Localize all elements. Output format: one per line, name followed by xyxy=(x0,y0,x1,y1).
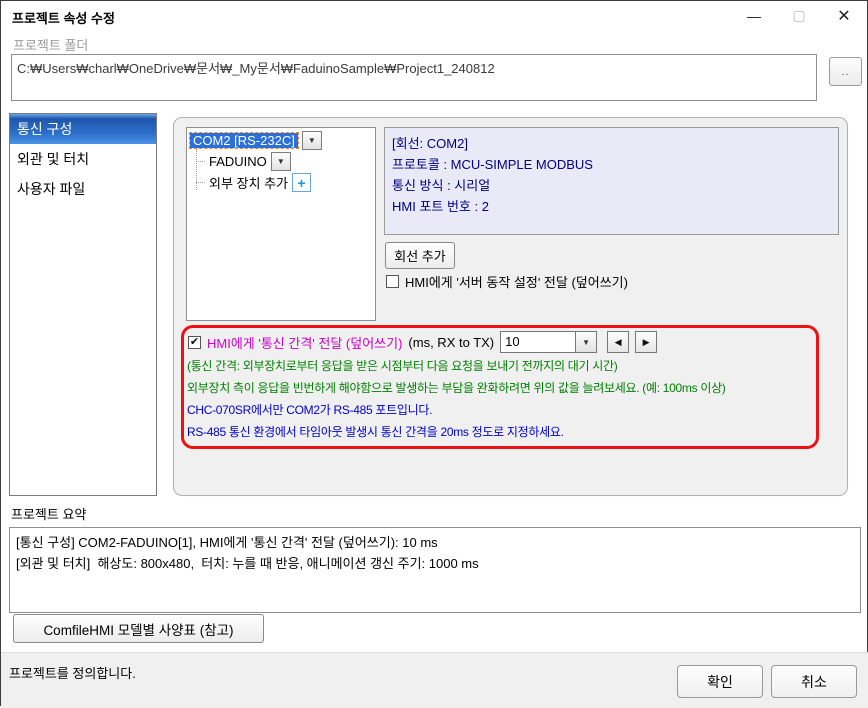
check-icon: ✔ xyxy=(190,337,199,348)
project-folder-path: C:₩Users₩charl₩OneDrive₩문서₩_My문서₩Faduino… xyxy=(11,54,817,101)
model-spec-button[interactable]: ComfileHMI 모델별 사양표 (참고) xyxy=(13,614,264,643)
tree-item-com2[interactable]: COM2 [RS-232C] xyxy=(190,133,298,148)
interval-hint-line: 외부장치 측이 응답을 빈번하게 해야함으로 발생하는 부담을 완화하려면 위의… xyxy=(187,379,726,396)
status-text: 프로젝트를 정의합니다. xyxy=(9,663,136,682)
maximize-icon: ▢ xyxy=(779,1,819,30)
info-line: 통신 방식 : 시리얼 xyxy=(392,175,831,196)
project-summary-label: 프로젝트 요약 xyxy=(11,504,86,523)
project-folder-label: 프로젝트 폴더 xyxy=(13,35,88,54)
tree-item-add-external-device[interactable]: 외부 장치 추가 xyxy=(209,173,288,192)
interval-combobox[interactable]: 10 ▼ xyxy=(500,331,597,353)
interval-value: 10 xyxy=(501,332,575,352)
chevron-down-icon: ▼ xyxy=(575,332,596,352)
server-setting-checkbox[interactable] xyxy=(386,275,399,288)
close-icon[interactable]: ✕ xyxy=(824,1,864,30)
category-list: 통신 구성 외관 및 터치 사용자 파일 xyxy=(9,113,157,496)
tree-branch-stub xyxy=(196,182,205,183)
ok-button[interactable]: 확인 xyxy=(677,665,763,698)
interval-unit-label: (ms, RX to TX) xyxy=(408,335,494,350)
info-line: 프로토콜 : MCU-SIMPLE MODBUS xyxy=(392,154,831,175)
minimize-icon[interactable]: — xyxy=(734,1,774,30)
interval-increase-button[interactable]: ▶ xyxy=(635,331,657,353)
sidebar-item-appearance-touch[interactable]: 외관 및 터치 xyxy=(10,144,156,174)
interval-checkbox-label[interactable]: HMI에게 '통신 간격' 전달 (덮어쓰기) xyxy=(207,333,402,352)
add-device-button[interactable]: + xyxy=(292,173,311,192)
tree-item-faduino[interactable]: FADUINO xyxy=(209,154,267,169)
plus-icon: + xyxy=(297,175,305,191)
interval-hint-line: CHC-070SR에서만 COM2가 RS-485 포트입니다. xyxy=(187,401,432,418)
tree-branch-stub xyxy=(196,161,205,162)
chevron-down-icon: ▼ xyxy=(308,136,316,145)
info-line: HMI 포트 번호 : 2 xyxy=(392,196,831,217)
info-line: [회선: COM2] xyxy=(392,133,831,154)
project-summary-box: [통신 구성] COM2-FADUINO[1], HMI에게 '통신 간격' 전… xyxy=(9,527,861,613)
add-line-button[interactable]: 회선 추가 xyxy=(385,242,455,269)
chevron-left-icon: ◀ xyxy=(615,337,622,348)
interval-decrease-button[interactable]: ◀ xyxy=(607,331,629,353)
faduino-dropdown-button[interactable]: ▼ xyxy=(271,152,291,171)
sidebar-item-communication[interactable]: 통신 구성 xyxy=(10,114,156,144)
summary-line: [외관 및 터치] 해상도: 800x480, 터치: 누를 때 반응, 애니메… xyxy=(16,553,854,574)
interval-hint-line: RS-485 통신 환경에서 타임아웃 발생시 통신 간격을 20ms 정도로 … xyxy=(187,423,564,440)
cancel-button[interactable]: 취소 xyxy=(771,665,857,698)
interval-checkbox[interactable]: ✔ xyxy=(188,336,201,349)
sidebar-item-user-files[interactable]: 사용자 파일 xyxy=(10,174,156,204)
window-title: 프로젝트 속성 수정 xyxy=(12,8,115,27)
summary-line: [통신 구성] COM2-FADUINO[1], HMI에게 '통신 간격' 전… xyxy=(16,532,854,553)
chevron-right-icon: ▶ xyxy=(643,337,650,348)
project-properties-dialog: { "window": { "title": "프로젝트 속성 수정", "mi… xyxy=(0,0,868,706)
server-setting-checkbox-label[interactable]: HMI에게 '서버 동작 설정' 전달 (덮어쓰기) xyxy=(405,272,628,291)
interval-hint-line: (통신 간격: 외부장치로부터 응답을 받은 시점부터 다음 요청을 보내기 전… xyxy=(187,357,617,374)
line-info-panel: [회선: COM2] 프로토콜 : MCU-SIMPLE MODBUS 통신 방… xyxy=(384,127,839,235)
browse-button[interactable]: .. xyxy=(829,57,862,86)
comm-line-tree: COM2 [RS-232C] ▼ FADUINO ▼ 외부 장치 추가 + xyxy=(186,127,376,321)
chevron-down-icon: ▼ xyxy=(277,157,285,166)
com2-dropdown-button[interactable]: ▼ xyxy=(302,131,322,150)
